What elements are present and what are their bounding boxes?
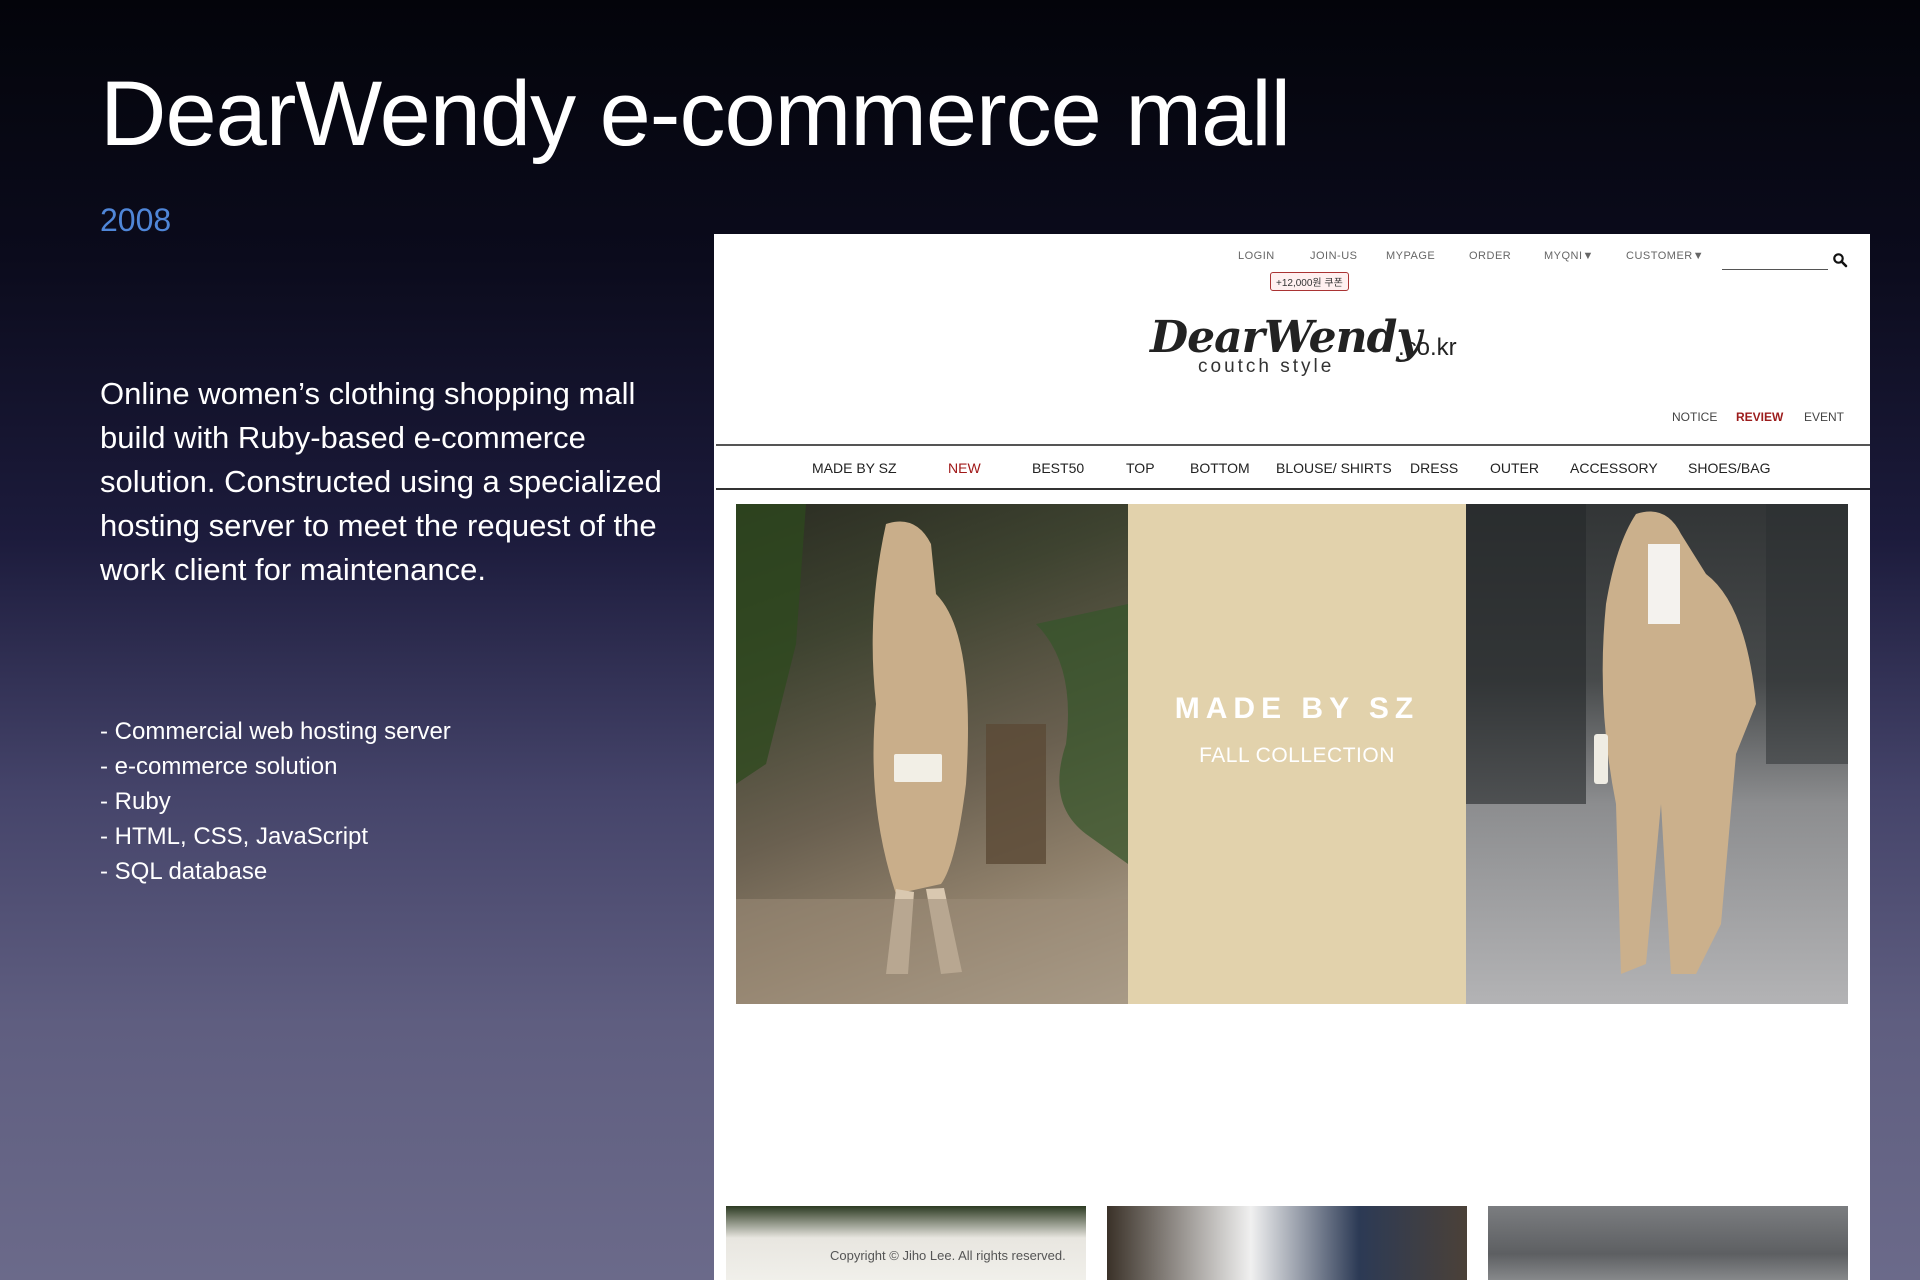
tech-item: - HTML, CSS, JavaScript bbox=[100, 823, 369, 850]
tech-item: - e-commerce solution bbox=[100, 753, 338, 780]
category-blouse-shirts[interactable]: BLOUSE/ SHIRTS bbox=[1276, 460, 1392, 476]
slide-year: 2008 bbox=[100, 202, 172, 238]
category-outer[interactable]: OUTER bbox=[1490, 460, 1539, 476]
banner-photo-left bbox=[736, 504, 1128, 1004]
tech-list: - Commercial web hosting server - e-comm… bbox=[100, 714, 451, 889]
myqni-menu[interactable]: MYQNI▼ bbox=[1544, 250, 1594, 262]
product-thumbnails bbox=[726, 1206, 1860, 1280]
category-shoes-bag[interactable]: SHOES/BAG bbox=[1688, 460, 1770, 476]
hero-banner[interactable]: MADE BY SZ FALL COLLECTION bbox=[736, 504, 1848, 1004]
search-input[interactable] bbox=[1722, 269, 1828, 270]
category-new[interactable]: NEW bbox=[948, 460, 981, 476]
tech-item: - Ruby bbox=[100, 788, 171, 815]
slide-title: DearWendy e-commerce mall bbox=[100, 63, 1291, 165]
logo-domain: .co.kr bbox=[1398, 334, 1457, 361]
site-logo[interactable]: DearWendy .co.kr coutch style bbox=[1150, 312, 1490, 384]
product-thumb[interactable] bbox=[1488, 1206, 1848, 1280]
category-nav: MADE BY SZ NEW BEST50 TOP BOTTOM BLOUSE/… bbox=[716, 444, 1870, 490]
order-link[interactable]: ORDER bbox=[1469, 250, 1511, 262]
top-nav: LOGIN JOIN-US MYPAGE ORDER MYQNI▼ CUSTOM… bbox=[714, 244, 1870, 291]
sub-nav: NOTICE REVIEW EVENT bbox=[714, 410, 1870, 430]
category-top[interactable]: TOP bbox=[1126, 460, 1155, 476]
review-link[interactable]: REVIEW bbox=[1736, 410, 1783, 424]
tech-item: - Commercial web hosting server bbox=[100, 718, 451, 745]
login-link[interactable]: LOGIN bbox=[1238, 250, 1275, 262]
notice-link[interactable]: NOTICE bbox=[1672, 410, 1717, 424]
category-accessory[interactable]: ACCESSORY bbox=[1570, 460, 1658, 476]
banner-photo-right bbox=[1466, 504, 1848, 1004]
banner-title: MADE BY SZ bbox=[1174, 692, 1420, 725]
banner-subtitle: FALL COLLECTION bbox=[1199, 744, 1395, 767]
tech-item: - SQL database bbox=[100, 858, 268, 885]
join-us-link[interactable]: JOIN-US bbox=[1310, 250, 1358, 262]
copyright-notice: Copyright © Jiho Lee. All rights reserve… bbox=[830, 1248, 1066, 1263]
search-icon[interactable] bbox=[1832, 252, 1848, 268]
category-best50[interactable]: BEST50 bbox=[1032, 460, 1084, 476]
mypage-link[interactable]: MYPAGE bbox=[1386, 250, 1435, 262]
coupon-badge: +12,000원 쿠폰 bbox=[1270, 272, 1349, 291]
category-bottom[interactable]: BOTTOM bbox=[1190, 460, 1250, 476]
product-thumb[interactable] bbox=[726, 1206, 1086, 1280]
banner-center-panel: MADE BY SZ FALL COLLECTION bbox=[1128, 504, 1466, 1004]
category-dress[interactable]: DRESS bbox=[1410, 460, 1458, 476]
product-thumb[interactable] bbox=[1107, 1206, 1467, 1280]
event-link[interactable]: EVENT bbox=[1804, 410, 1844, 424]
category-made-by-sz[interactable]: MADE BY SZ bbox=[812, 460, 897, 476]
website-screenshot: LOGIN JOIN-US MYPAGE ORDER MYQNI▼ CUSTOM… bbox=[714, 234, 1870, 1280]
logo-tagline: coutch style bbox=[1198, 356, 1335, 377]
customer-menu[interactable]: CUSTOMER▼ bbox=[1626, 250, 1704, 262]
slide-description: Online women’s clothing shopping mall bu… bbox=[100, 376, 662, 587]
